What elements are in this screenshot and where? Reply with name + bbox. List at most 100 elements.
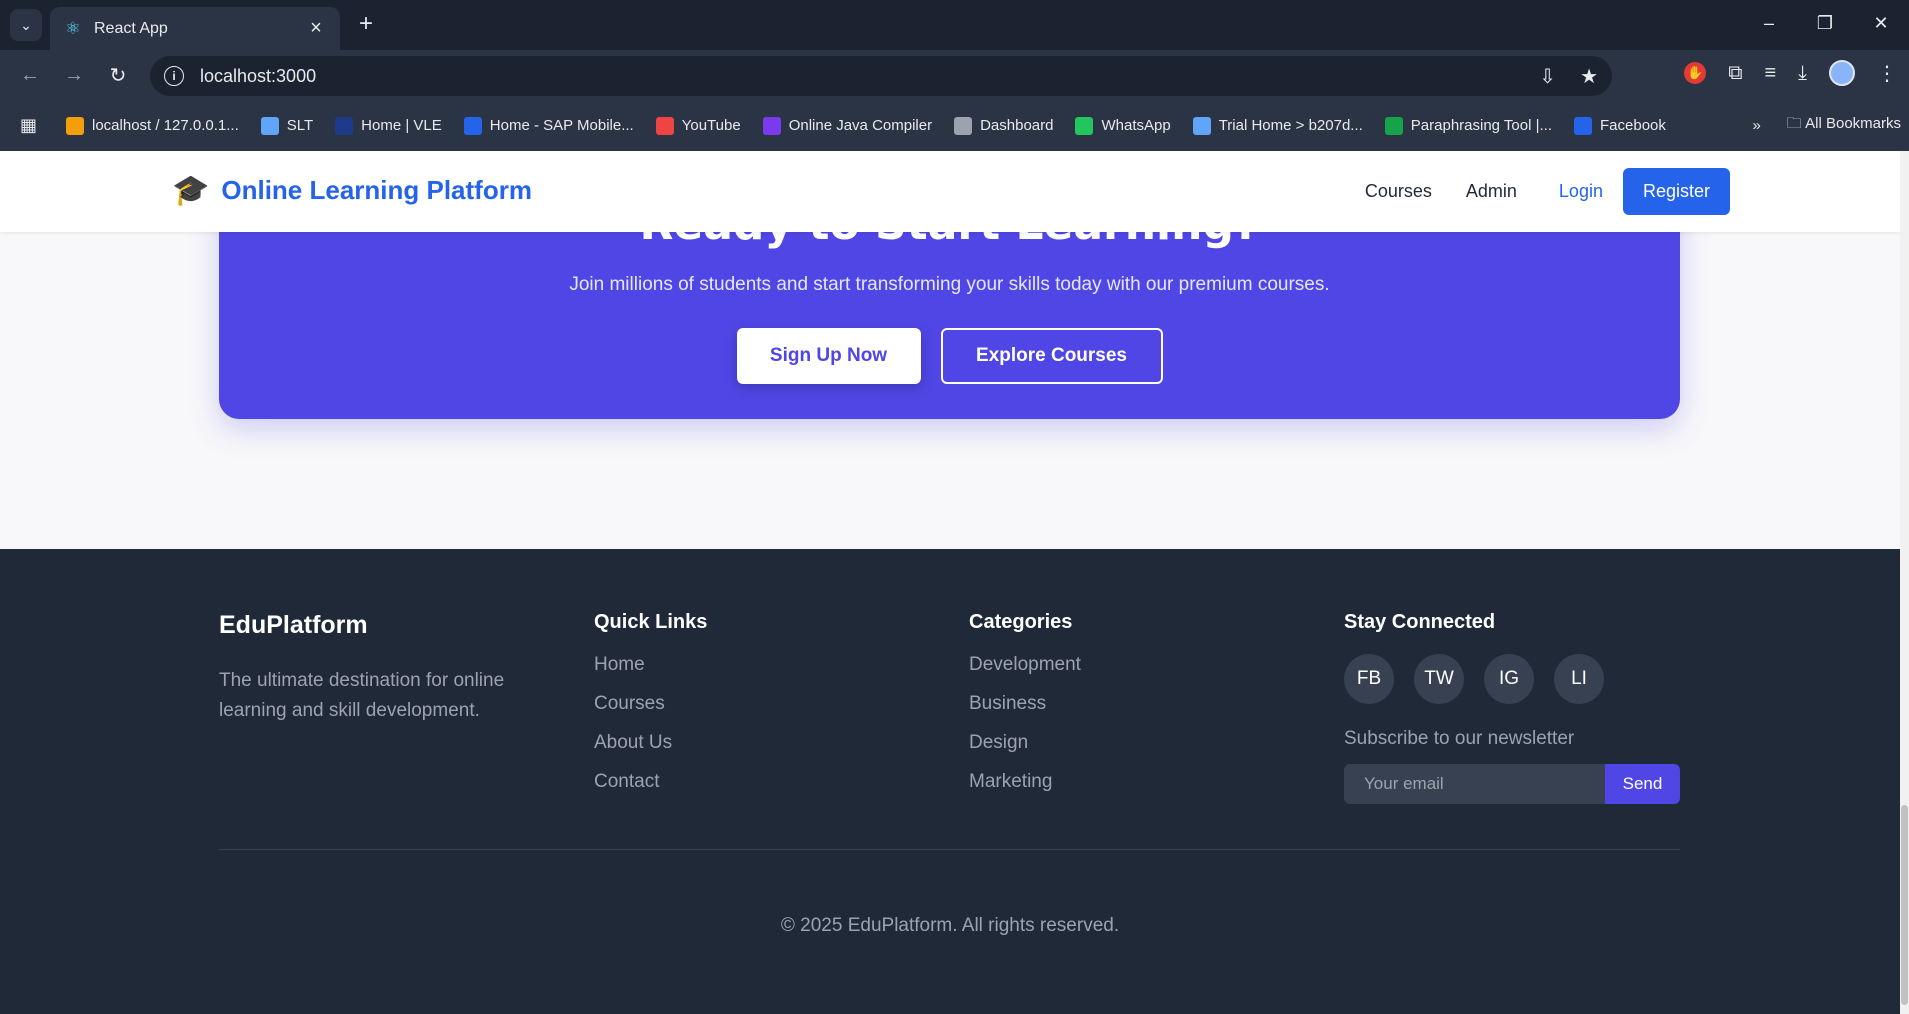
minimize-icon[interactable]: – [1741, 0, 1797, 46]
close-icon[interactable]: × [306, 17, 326, 40]
footer-category-link[interactable]: Marketing [969, 771, 1081, 793]
bookmark-label: Home - SAP Mobile... [489, 117, 634, 134]
menu-icon[interactable]: ⋮ [1877, 61, 1897, 86]
bookmark-item[interactable]: WhatsApp [1075, 116, 1171, 135]
register-button[interactable]: Register [1622, 168, 1730, 215]
bookmark-item[interactable]: Dashboard [954, 116, 1054, 135]
social-link-button[interactable]: LI [1554, 654, 1604, 704]
forward-button[interactable]: → [56, 57, 92, 93]
tab-title: React App [94, 19, 168, 37]
footer-description: The ultimate destination for online lear… [219, 670, 505, 721]
footer-quick-links: Quick Links Home Courses About Us Contact [594, 611, 707, 810]
download-icon[interactable]: ⤓ [1798, 62, 1807, 85]
browser-chrome: ⌄ ⚛ React App × + – ❐ ✕ ← → ↻ i localhos… [0, 0, 1909, 151]
bookmark-label: YouTube [681, 117, 741, 134]
extensions-area: ✋ ⧉ ≡ ⤓ ⋮ [1684, 60, 1897, 86]
bookmark-label: WhatsApp [1101, 117, 1171, 134]
bookmark-favicon-icon [335, 116, 354, 135]
bookmark-label: Paraphrasing Tool |... [1410, 117, 1553, 134]
install-app-icon[interactable]: ⇩ [1539, 64, 1556, 89]
close-window-icon[interactable]: ✕ [1853, 0, 1909, 46]
bookmark-item[interactable]: localhost / 127.0.0.1... [66, 116, 239, 135]
footer-category-link[interactable]: Design [969, 732, 1081, 754]
bookmark-item[interactable]: SLT [260, 116, 314, 135]
bookmark-item[interactable]: Home | VLE [335, 116, 442, 135]
star-icon[interactable]: ★ [1580, 64, 1598, 89]
footer-quick-link[interactable]: Home [594, 654, 707, 676]
back-button[interactable]: ← [12, 57, 48, 93]
newsletter-label: Subscribe to our newsletter [1344, 728, 1575, 749]
logo-text: Online Learning Platform [221, 175, 532, 205]
bookmark-item[interactable]: Online Java Compiler [762, 116, 932, 135]
cta-subtitle: Join millions of students and start tran… [569, 274, 1330, 295]
profile-avatar[interactable] [1829, 60, 1855, 86]
reload-button[interactable]: ↻ [100, 57, 136, 93]
nav-admin-link[interactable]: Admin [1466, 181, 1517, 202]
bookmark-favicon-icon [762, 116, 781, 135]
social-link-button[interactable]: FB [1344, 654, 1394, 704]
tab-search-button[interactable]: ⌄ [10, 9, 42, 41]
bookmark-favicon-icon [463, 116, 482, 135]
adblock-extension-icon[interactable]: ✋ [1684, 62, 1707, 84]
page-viewport: 🎓 Online Learning Platform Courses Admin… [0, 151, 1900, 1014]
all-bookmarks[interactable]: 🗀 All Bookmarks [1787, 113, 1901, 138]
footer-category-link[interactable]: Development [969, 654, 1081, 676]
social-link-button[interactable]: TW [1414, 654, 1464, 704]
more-bookmarks-icon[interactable]: » [1752, 117, 1760, 134]
sign-up-button[interactable]: Sign Up Now [736, 328, 921, 384]
puzzle-icon[interactable]: ⧉ [1728, 62, 1742, 85]
bookmark-item[interactable]: Paraphrasing Tool |... [1384, 116, 1553, 135]
nav-courses-link[interactable]: Courses [1365, 181, 1432, 202]
bookmark-item[interactable]: Facebook [1574, 116, 1666, 135]
bookmark-item[interactable]: Home - SAP Mobile... [463, 116, 634, 135]
footer-quick-link[interactable]: Contact [594, 771, 707, 793]
folder-icon: 🗀 [1786, 115, 1802, 132]
bookmark-label: Trial Home > b207d... [1218, 117, 1363, 134]
site-logo[interactable]: 🎓 Online Learning Platform [172, 173, 532, 208]
footer-category-link[interactable]: Business [969, 693, 1081, 715]
bookmark-favicon-icon [655, 116, 674, 135]
categories-title: Categories [969, 611, 1073, 633]
footer-brand: EduPlatform [219, 611, 368, 639]
bookmarks-bar: ▦ localhost / 127.0.0.1... SLT Home | VLE H… [0, 100, 1909, 151]
bookmark-item[interactable]: Trial Home > b207d... [1192, 116, 1363, 135]
browser-toolbar: ← → ↻ i localhost:3000 ⇩ ★ ✋ ⧉ ≡ ⤓ ⋮ [0, 50, 1909, 100]
nav-links: Courses Admin Login Register [1365, 168, 1730, 215]
url-text: localhost:3000 [200, 65, 317, 86]
browser-tab[interactable]: ⚛ React App × [50, 7, 340, 50]
bookmark-label: Facebook [1600, 117, 1666, 134]
footer-categories: Categories Development Business Design Mark… [969, 611, 1081, 810]
bookmark-favicon-icon [954, 116, 973, 135]
footer-quick-link[interactable]: About Us [594, 732, 707, 754]
bookmark-favicon-icon [1574, 116, 1593, 135]
new-tab-button[interactable]: + [352, 10, 380, 38]
address-bar[interactable]: i localhost:3000 ⇩ ★ [150, 56, 1612, 96]
newsletter-form: Send [1344, 764, 1680, 804]
apps-grid-icon[interactable]: ▦ [20, 115, 40, 136]
login-link[interactable]: Login [1559, 181, 1603, 202]
scrollbar[interactable] [1900, 151, 1909, 1014]
social-link-button[interactable]: IG [1484, 654, 1534, 704]
bookmark-label: Dashboard [980, 117, 1054, 134]
bookmark-item[interactable]: YouTube [655, 116, 741, 135]
restore-icon[interactable]: ❐ [1797, 0, 1853, 46]
info-icon[interactable]: i [164, 66, 184, 86]
bookmark-favicon-icon [1075, 116, 1094, 135]
bookmark-label: SLT [286, 117, 314, 134]
all-bookmarks-label: All Bookmarks [1805, 115, 1901, 132]
email-input[interactable] [1344, 764, 1605, 804]
footer-quick-link[interactable]: Courses [594, 693, 707, 715]
connect-title: Stay Connected [1344, 611, 1496, 633]
explore-courses-button[interactable]: Explore Courses [940, 328, 1163, 384]
window-controls: – ❐ ✕ [1741, 0, 1909, 46]
quick-links-title: Quick Links [594, 611, 708, 633]
site-footer: EduPlatform The ultimate destination for… [0, 549, 1900, 1014]
bookmark-favicon-icon [66, 116, 84, 135]
send-button[interactable]: Send [1605, 764, 1680, 804]
scrollbar-thumb[interactable] [1901, 805, 1908, 1005]
bookmark-favicon-icon [260, 116, 279, 135]
social-links: FB TW IG LI [1344, 654, 1680, 704]
chevron-down-icon: ⌄ [20, 16, 32, 33]
copyright-text: © 2025 EduPlatform. All rights reserved. [780, 915, 1120, 936]
media-icon[interactable]: ≡ [1764, 62, 1776, 85]
